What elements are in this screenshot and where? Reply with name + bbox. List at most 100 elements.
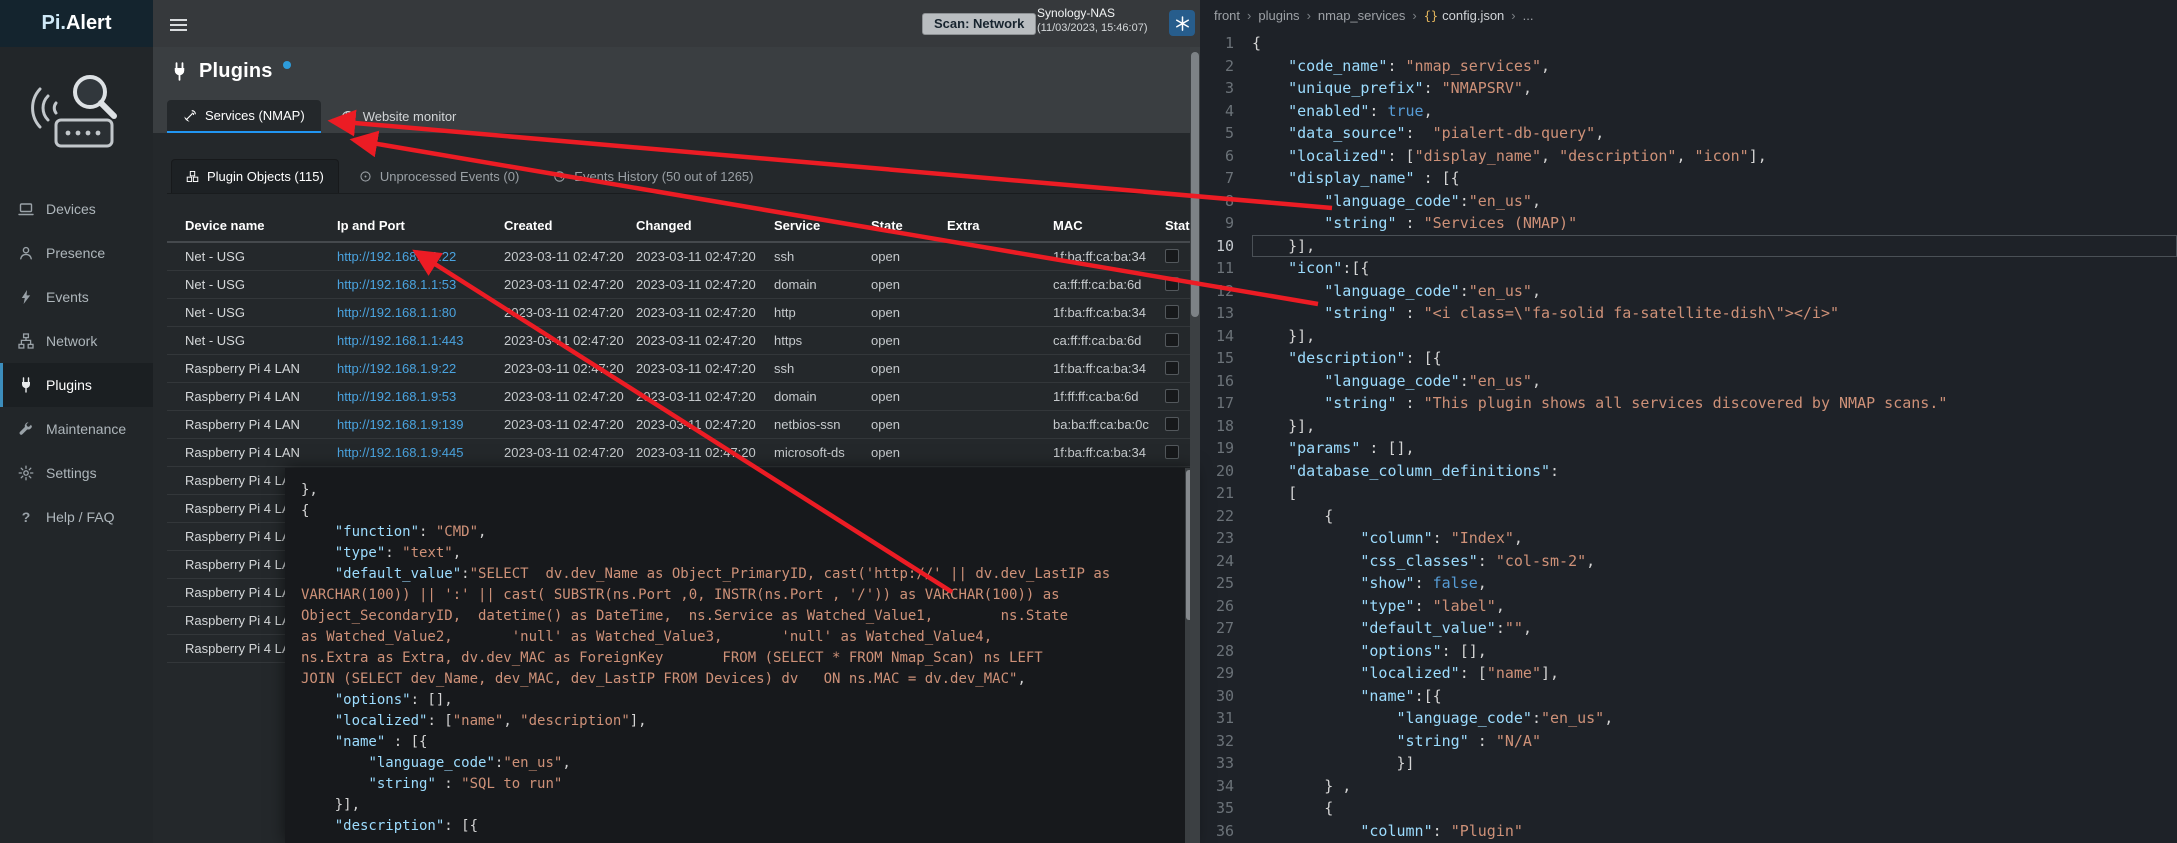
help-icon: ? [18,509,34,525]
breadcrumb-item-[interactable]: ... [1523,8,1534,23]
editor-line[interactable]: 36 "column": "Plugin" [1200,820,2177,843]
globe-icon [341,110,355,124]
editor-line[interactable]: 25 "show": false, [1200,572,2177,595]
subtab-plugin-objects-115[interactable]: Plugin Objects (115) [171,159,339,193]
editor-line[interactable]: 27 "default_value":"", [1200,617,2177,640]
sidebar-item-presence[interactable]: Presence [0,231,153,275]
breadcrumb-item-front[interactable]: front [1214,8,1240,23]
breadcrumb-item-nmap-services[interactable]: nmap_services [1318,8,1405,23]
status-checkbox[interactable] [1165,249,1179,263]
column-header-changed[interactable]: Changed [628,210,766,242]
editor-line[interactable]: 16 "language_code":"en_us", [1200,370,2177,393]
tab-website-monitor[interactable]: Website monitor [325,100,473,133]
brand-link[interactable]: Pi.Alert [0,0,153,47]
editor-line[interactable]: 30 "name":[{ [1200,685,2177,708]
status-checkbox[interactable] [1165,361,1179,375]
subtab-unprocessed-events-0[interactable]: Unprocessed Events (0) [345,160,533,193]
ip-port-cell: http://192.168.1.9:22 [329,354,496,382]
ip-port-cell: http://192.168.1.9:53 [329,382,496,410]
status-checkbox[interactable] [1165,305,1179,319]
editor-line[interactable]: 2 "code_name": "nmap_services", [1200,55,2177,78]
editor-line[interactable]: 15 "description": [{ [1200,347,2177,370]
editor-line[interactable]: 26 "type": "label", [1200,595,2177,618]
chevron-right-icon: › [1511,8,1515,23]
column-header-state[interactable]: State [863,210,939,242]
editor-line[interactable]: 29 "localized": ["name"], [1200,662,2177,685]
editor-line[interactable]: 22 { [1200,505,2177,528]
sidebar-item-events[interactable]: Events [0,275,153,319]
column-header-mac[interactable]: MAC [1045,210,1157,242]
editor-line[interactable]: 17 "string" : "This plugin shows all ser… [1200,392,2177,415]
editor-line[interactable]: 28 "options": [], [1200,640,2177,663]
ip-port-cell: http://192.168.1.1:80 [329,298,496,326]
editor-line[interactable]: 34 } , [1200,775,2177,798]
column-header-status[interactable]: Status [1157,210,1190,242]
editor-line[interactable]: 23 "column": "Index", [1200,527,2177,550]
editor-line[interactable]: 33 }] [1200,752,2177,775]
ip-port-link[interactable]: http://192.168.1.9:22 [337,361,456,376]
app-scrollbar-thumb[interactable] [1191,52,1199,317]
editor-line[interactable]: 32 "string" : "N/A" [1200,730,2177,753]
ip-port-link[interactable]: http://192.168.1.1:22 [337,249,456,264]
breadcrumb-item-config-json[interactable]: {}config.json [1424,8,1505,23]
editor-line[interactable]: 4 "enabled": true, [1200,100,2177,123]
ip-port-link[interactable]: http://192.168.1.1:443 [337,333,464,348]
column-header-device-name[interactable]: Device name [167,210,329,242]
editor-line[interactable]: 10 }], [1200,235,2177,258]
breadcrumb-item-plugins[interactable]: plugins [1258,8,1299,23]
sql-config-popup[interactable]: },{ "function": "CMD", "type": "text", "… [285,468,1194,843]
column-header-service[interactable]: Service [766,210,863,242]
column-header-created[interactable]: Created [496,210,628,242]
editor-line[interactable]: 35 { [1200,797,2177,820]
editor-line[interactable]: 24 "css_classes": "col-sm-2", [1200,550,2177,573]
ip-port-link[interactable]: http://192.168.1.1:80 [337,305,456,320]
editor-line[interactable]: 21 [ [1200,482,2177,505]
editor-line[interactable]: 9 "string" : "Services (NMAP)" [1200,212,2177,235]
status-checkbox[interactable] [1165,445,1179,459]
editor-line[interactable]: 19 "params" : [], [1200,437,2177,460]
status-checkbox[interactable] [1165,417,1179,431]
sidebar-item-settings[interactable]: Settings [0,451,153,495]
ip-port-link[interactable]: http://192.168.1.1:53 [337,277,456,292]
ip-port-link[interactable]: http://192.168.1.9:139 [337,417,464,432]
table-row: Raspberry Pi 4 LANhttp://192.168.1.9:139… [167,410,1190,438]
hamburger-menu-icon[interactable] [170,16,187,34]
ip-port-link[interactable]: http://192.168.1.9:53 [337,389,456,404]
editor-line[interactable]: 13 "string" : "<i class=\"fa-solid fa-sa… [1200,302,2177,325]
sidebar-item-network[interactable]: Network [0,319,153,363]
editor-line[interactable]: 8 "language_code":"en_us", [1200,190,2177,213]
status-checkbox[interactable] [1165,389,1179,403]
editor-line[interactable]: 18 }], [1200,415,2177,438]
title-help-dot[interactable] [283,61,291,69]
line-number: 26 [1200,595,1252,618]
snowflake-icon[interactable] [1169,10,1195,36]
editor-line[interactable]: 31 "language_code":"en_us", [1200,707,2177,730]
subtab-events-history-50-out-of-1265[interactable]: Events History (50 out of 1265) [539,160,767,193]
editor-line[interactable]: 12 "language_code":"en_us", [1200,280,2177,303]
editor-line[interactable]: 11 "icon":[{ [1200,257,2177,280]
sql-popup-line: Object_SecondaryID, datetime() as DateTi… [301,606,1176,627]
editor-line[interactable]: 14 }], [1200,325,2177,348]
status-cell [1157,270,1190,298]
sql-popup-line: }], [301,795,1176,816]
tab-services-nmap[interactable]: Services (NMAP) [167,100,321,133]
editor-line[interactable]: 1{ [1200,32,2177,55]
editor-line[interactable]: 20 "database_column_definitions": [1200,460,2177,483]
column-header-ip-and-port[interactable]: Ip and Port [329,210,496,242]
status-checkbox[interactable] [1165,277,1179,291]
ip-port-link[interactable]: http://192.168.1.9:445 [337,445,464,460]
editor-line[interactable]: 7 "display_name" : [{ [1200,167,2177,190]
sql-popup-line: "name" : [{ [301,732,1176,753]
app-scrollbar[interactable] [1190,47,1200,843]
line-content: "description": [{ [1252,347,2177,370]
editor-line[interactable]: 3 "unique_prefix": "NMAPSRV", [1200,77,2177,100]
column-header-extra[interactable]: Extra [939,210,1045,242]
editor-code-area[interactable]: 1{2 "code_name": "nmap_services",3 "uniq… [1200,30,2177,843]
sidebar-item-help-faq[interactable]: ?Help / FAQ [0,495,153,539]
sidebar-item-plugins[interactable]: Plugins [0,363,153,407]
status-checkbox[interactable] [1165,333,1179,347]
sidebar-item-devices[interactable]: Devices [0,187,153,231]
editor-line[interactable]: 5 "data_source": "pialert-db-query", [1200,122,2177,145]
sidebar-item-maintenance[interactable]: Maintenance [0,407,153,451]
editor-line[interactable]: 6 "localized": ["display_name", "descrip… [1200,145,2177,168]
